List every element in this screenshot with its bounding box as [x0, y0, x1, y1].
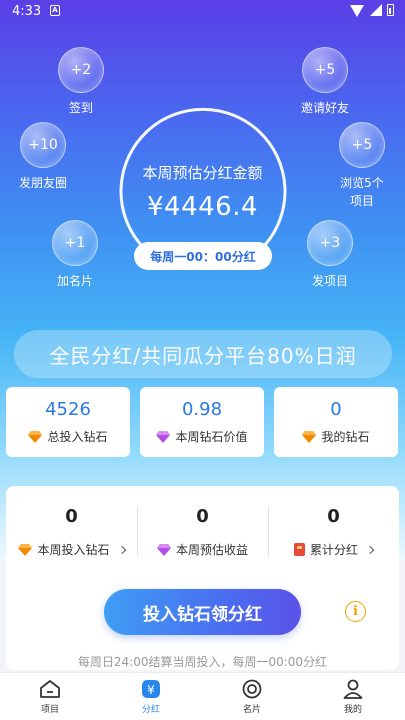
- tab-label: 我的: [343, 705, 362, 715]
- tab-dividend[interactable]: ¥ 分红: [111, 679, 191, 715]
- diamond-icon: [302, 430, 317, 443]
- tab-label: 名片: [242, 705, 261, 715]
- summary-value: 0: [196, 506, 209, 527]
- dividend-title: 本周预估分红金额: [142, 164, 263, 182]
- summary-value: 0: [327, 506, 340, 527]
- tab-profile[interactable]: 我的: [313, 679, 393, 715]
- tab-label: 分红: [141, 705, 160, 715]
- settlement-note: 每周日24:00结算当周投入，每周一00:00分红: [77, 655, 328, 669]
- red-envelope-icon: [293, 543, 305, 556]
- signal-icon: [370, 4, 382, 16]
- chevron-right-icon: [117, 545, 126, 554]
- check-in-task[interactable]: +2 签到: [52, 47, 110, 117]
- project-bubble[interactable]: +3: [307, 220, 353, 266]
- stat-value: 0.98: [181, 399, 223, 420]
- diamond-icon: [28, 430, 43, 443]
- stat-label: 本周钻石价值: [175, 430, 248, 444]
- stat-total-diamonds: 4526 总投入钻石: [6, 387, 130, 457]
- stat-label: 我的钻石: [321, 430, 370, 444]
- diamond-icon: [18, 543, 33, 556]
- battery-icon: [387, 4, 394, 16]
- summary-total-dividend[interactable]: 0 累计分红: [268, 506, 399, 558]
- profile-icon: [343, 679, 363, 699]
- card-task[interactable]: +1 加名片: [46, 220, 104, 290]
- summary-weekly-invest[interactable]: 0 本周投入钻石: [6, 506, 137, 558]
- tab-label: 项目: [40, 705, 59, 715]
- diamond-icon: [156, 430, 171, 443]
- summary-weekly-earnings: 0 本周预估收益: [137, 506, 268, 558]
- notification-a-icon: A: [50, 5, 60, 16]
- summary-label: 本周预估收益: [175, 543, 248, 557]
- diamond-icon: [156, 543, 171, 556]
- stat-my-diamonds: 0 我的钻石: [274, 387, 398, 457]
- info-icon[interactable]: i: [345, 601, 366, 622]
- invite-task[interactable]: +5 邀请好友: [290, 47, 360, 117]
- slogan-banner: 全民分红/共同瓜分平台80%日润: [14, 330, 392, 378]
- dividend-schedule-pill: 每周一00：00分红: [134, 242, 272, 270]
- summary-label: 累计分红: [309, 543, 358, 557]
- dividend-amount: ¥4446.4: [146, 192, 259, 222]
- wifi-icon: [350, 5, 364, 17]
- tab-cards[interactable]: 名片: [212, 679, 292, 715]
- dividend-icon: ¥: [142, 680, 160, 698]
- summary-label: 本周投入钻石: [37, 543, 110, 557]
- summary-panel: 0 本周投入钻石 0 本周预估收益 0 累计分红: [6, 486, 399, 670]
- check-in-label: 签到: [68, 101, 93, 115]
- project-task[interactable]: +3 发项目: [301, 220, 359, 290]
- stat-diamond-value: 0.98 本周钻石价值: [140, 387, 264, 457]
- status-time: 4:33: [12, 4, 42, 19]
- invite-label: 邀请好友: [300, 101, 349, 115]
- summary-value: 0: [65, 506, 78, 527]
- invest-diamond-button[interactable]: 投入钻石领分红: [104, 589, 301, 635]
- stat-value: 0: [330, 399, 342, 420]
- card-icon: [242, 679, 262, 699]
- tab-projects[interactable]: 项目: [10, 679, 90, 715]
- bottom-tab-bar: 项目 ¥ 分红 名片 我的: [0, 672, 405, 720]
- svg-text:¥: ¥: [147, 683, 155, 697]
- status-bar: 4:33 A: [0, 0, 405, 24]
- card-label: 加名片: [56, 274, 93, 288]
- stat-value: 4526: [45, 399, 91, 420]
- home-icon: [40, 680, 60, 698]
- card-bubble[interactable]: +1: [52, 220, 98, 266]
- chevron-right-icon: [365, 545, 375, 554]
- invite-bubble[interactable]: +5: [302, 47, 348, 93]
- project-label: 发项目: [311, 274, 348, 288]
- check-in-bubble[interactable]: +2: [58, 47, 104, 93]
- stat-label: 总投入钻石: [47, 430, 108, 444]
